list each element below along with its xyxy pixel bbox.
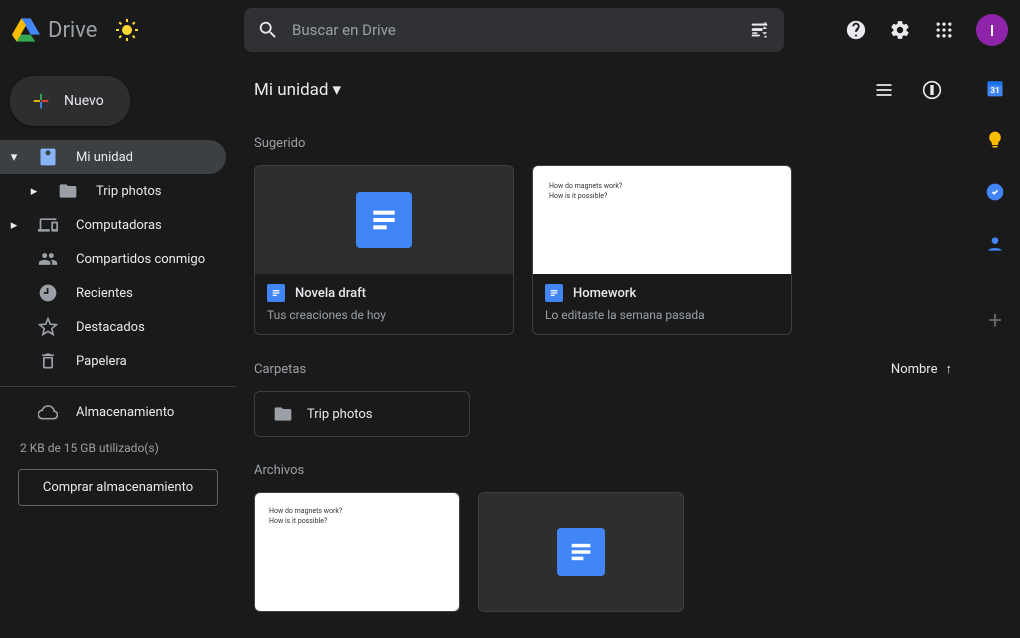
preview xyxy=(255,166,513,274)
nav-trip-photos[interactable]: ▸ Trip photos xyxy=(0,174,226,208)
header: Drive I xyxy=(0,0,1020,60)
logo-section: Drive xyxy=(12,16,236,44)
folders-title: Carpetas xyxy=(254,362,306,377)
help-icon[interactable] xyxy=(836,10,876,50)
cloud-icon xyxy=(38,402,58,422)
new-button-label: Nuevo xyxy=(64,93,104,109)
docs-icon xyxy=(267,284,285,302)
folder-icon xyxy=(58,181,78,201)
docs-icon xyxy=(545,284,563,302)
preview: How do magnets work?How is it possible? xyxy=(255,493,459,611)
sun-icon[interactable] xyxy=(113,16,141,44)
tasks-icon[interactable] xyxy=(985,182,1005,202)
nav-storage[interactable]: Almacenamiento xyxy=(0,395,226,429)
divider xyxy=(0,386,236,387)
clock-icon xyxy=(38,283,58,303)
caret-right-icon: ▸ xyxy=(28,184,40,199)
nav-computers[interactable]: ▸ Computadoras xyxy=(0,208,226,242)
search-input[interactable] xyxy=(292,21,736,39)
folder-icon xyxy=(273,404,293,424)
folder-name: Trip photos xyxy=(307,407,373,422)
docs-icon xyxy=(557,528,605,576)
devices-icon xyxy=(38,215,58,235)
card-subtitle: Tus creaciones de hoy xyxy=(267,308,501,322)
addons-icon[interactable]: + xyxy=(988,306,1002,334)
avatar[interactable]: I xyxy=(976,14,1008,46)
breadcrumb-label: Mi unidad xyxy=(254,80,329,100)
nav-starred[interactable]: Destacados xyxy=(0,310,226,344)
nav-trash[interactable]: Papelera xyxy=(0,344,226,378)
file-item[interactable] xyxy=(478,492,684,612)
sort-button[interactable]: Nombre ↑ xyxy=(891,361,952,377)
nav-label: Mi unidad xyxy=(76,150,133,165)
nav-label: Compartidos conmigo xyxy=(76,252,205,267)
card-title: Novela draft xyxy=(295,286,366,301)
header-actions: I xyxy=(836,10,1008,50)
file-item[interactable]: How do magnets work?How is it possible? xyxy=(254,492,460,612)
card-subtitle: Lo editaste la semana pasada xyxy=(545,308,779,322)
search-bar[interactable] xyxy=(244,8,784,52)
suggested-card[interactable]: How do magnets work?How is it possible? … xyxy=(532,165,792,335)
files-title: Archivos xyxy=(254,463,952,478)
chevron-down-icon: ▾ xyxy=(333,80,342,100)
main-header: Mi unidad ▾ xyxy=(236,60,970,120)
sort-label: Nombre xyxy=(891,362,938,377)
svg-text:31: 31 xyxy=(990,86,1000,96)
trash-icon xyxy=(38,351,58,371)
sidebar: Nuevo ▾ Mi unidad ▸ Trip photos ▸ Comput… xyxy=(0,60,236,638)
nav-label: Trip photos xyxy=(96,184,162,199)
caret-down-icon: ▾ xyxy=(8,150,20,165)
side-panel: 31 + xyxy=(970,60,1020,638)
list-view-icon[interactable] xyxy=(864,70,904,110)
nav-label: Computadoras xyxy=(76,218,162,233)
calendar-icon[interactable]: 31 xyxy=(985,78,1005,98)
nav-shared[interactable]: Compartidos conmigo xyxy=(0,242,226,276)
nav-my-drive[interactable]: ▾ Mi unidad xyxy=(0,140,226,174)
contacts-icon[interactable] xyxy=(985,234,1005,254)
main: Mi unidad ▾ Sugerido xyxy=(236,60,970,638)
breadcrumb[interactable]: Mi unidad ▾ xyxy=(254,80,341,100)
nav-label: Destacados xyxy=(76,320,145,335)
keep-icon[interactable] xyxy=(985,130,1005,150)
folder-item[interactable]: Trip photos xyxy=(254,391,470,437)
apps-icon[interactable] xyxy=(924,10,964,50)
docs-icon xyxy=(356,192,412,248)
nav-label: Papelera xyxy=(76,354,127,369)
suggested-title: Sugerido xyxy=(254,136,952,151)
nav-label: Almacenamiento xyxy=(76,405,174,420)
star-icon xyxy=(38,317,58,337)
storage-usage-text: 2 KB de 15 GB utilizado(s) xyxy=(0,429,236,463)
people-icon xyxy=(38,249,58,269)
app-name: Drive xyxy=(48,18,97,43)
suggested-card[interactable]: Novela draft Tus creaciones de hoy xyxy=(254,165,514,335)
drive-logo-icon[interactable] xyxy=(12,16,40,44)
info-icon[interactable] xyxy=(912,70,952,110)
search-icon[interactable] xyxy=(252,14,284,46)
settings-icon[interactable] xyxy=(880,10,920,50)
search-options-icon[interactable] xyxy=(744,14,776,46)
preview: How do magnets work?How is it possible? xyxy=(533,166,791,274)
drive-icon xyxy=(38,147,58,167)
arrow-up-icon: ↑ xyxy=(946,361,953,377)
card-title: Homework xyxy=(573,286,636,301)
nav-recent[interactable]: Recientes xyxy=(0,276,226,310)
new-button[interactable]: Nuevo xyxy=(10,76,130,126)
buy-storage-button[interactable]: Comprar almacenamiento xyxy=(18,469,218,506)
nav-label: Recientes xyxy=(76,286,133,301)
caret-right-icon: ▸ xyxy=(8,218,20,233)
preview xyxy=(479,493,683,611)
